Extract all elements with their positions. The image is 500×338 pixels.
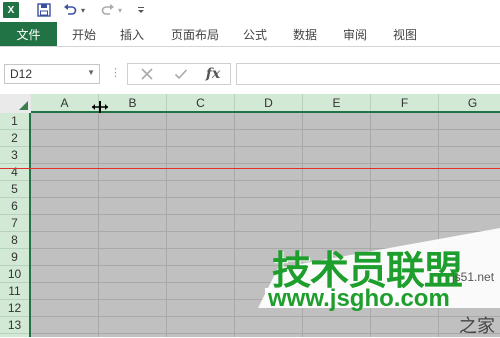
row-header-11[interactable]: 11 [0,283,29,300]
watermark-domain: js51.net [452,270,495,284]
row-header-7[interactable]: 7 [0,215,29,232]
undo-icon[interactable] [62,2,78,18]
tab-home[interactable]: 开始 [72,22,96,46]
tab-review[interactable]: 审阅 [343,22,367,46]
row-header-9[interactable]: 9 [0,249,29,266]
select-all-triangle-icon [19,101,28,110]
column-header-f[interactable]: F [371,94,439,111]
row-header-2[interactable]: 2 [0,130,29,147]
column-header-c[interactable]: C [167,94,235,111]
row-header-12[interactable]: 12 [0,300,29,317]
column-header-g[interactable]: G [439,94,500,111]
watermark-tail: 之家 [459,316,495,336]
excel-icon[interactable]: X [3,2,19,18]
enter-icon[interactable] [166,64,196,84]
chevron-down-icon[interactable]: ▼ [87,68,95,77]
splitter-handle-icon[interactable]: ⋮ [110,66,121,79]
row-header-13[interactable]: 13 [0,317,29,334]
insert-function-button[interactable]: fx [198,64,228,84]
ribbon-tabs: 文件 开始 插入 页面布局 公式 数据 审阅 视图 [0,22,500,47]
name-box[interactable]: D12 ▼ [4,64,100,84]
column-header-e[interactable]: E [303,94,371,111]
cancel-icon[interactable] [132,64,162,84]
row-marker-line [0,168,500,169]
redo-dropdown-icon[interactable]: ▾ [116,2,124,18]
name-box-value: D12 [10,67,33,81]
column-resize-cursor-icon [91,100,109,114]
quick-access-toolbar: X ▾ ▾ [0,0,500,22]
customize-toolbar-icon[interactable] [136,2,146,18]
row-headers: 1 2 3 4 5 6 7 8 9 10 11 12 13 [0,113,31,337]
row-header-6[interactable]: 6 [0,198,29,215]
column-header-b[interactable]: B [99,94,167,111]
tab-data[interactable]: 数据 [293,22,317,46]
tab-file[interactable]: 文件 [0,22,57,46]
row-header-4[interactable]: 4 [0,164,29,181]
row-header-10[interactable]: 10 [0,266,29,283]
tab-formulas[interactable]: 公式 [243,22,267,46]
column-header-a[interactable]: A [31,94,99,111]
formula-bar: D12 ▼ ⋮ fx [0,56,500,92]
tab-view[interactable]: 视图 [393,22,417,46]
undo-dropdown-icon[interactable]: ▾ [79,2,87,18]
column-header-d[interactable]: D [235,94,303,111]
row-header-8[interactable]: 8 [0,232,29,249]
row-header-3[interactable]: 3 [0,147,29,164]
save-icon[interactable] [36,2,52,18]
tab-page-layout[interactable]: 页面布局 [171,22,219,46]
row-header-5[interactable]: 5 [0,181,29,198]
formula-input[interactable] [236,63,500,85]
redo-icon[interactable] [100,2,116,18]
formula-buttons: fx [127,63,231,85]
watermark-url: www.jsgho.com [268,285,450,312]
tab-insert[interactable]: 插入 [120,22,144,46]
row-header-1[interactable]: 1 [0,113,29,130]
select-all-button[interactable] [0,94,31,113]
